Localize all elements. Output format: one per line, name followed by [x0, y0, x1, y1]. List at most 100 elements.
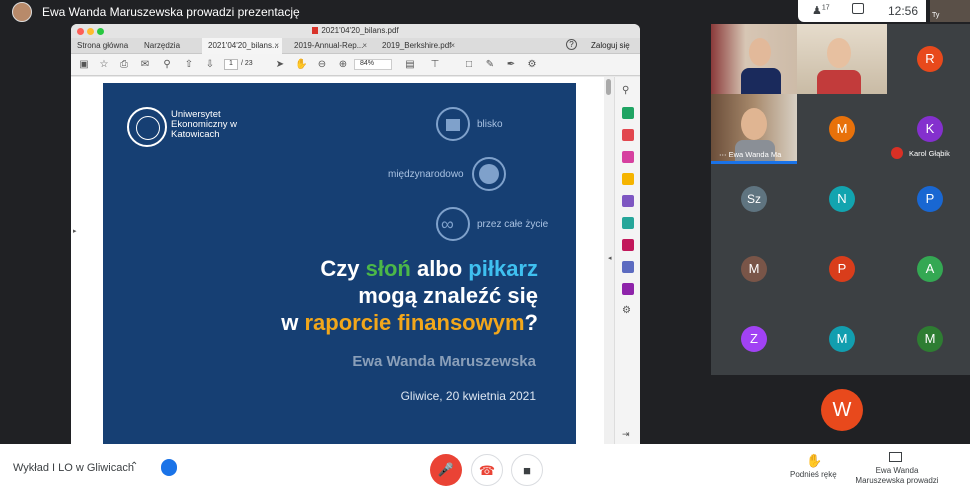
- meeting-name[interactable]: Wykład I LO w Gliwicach: [13, 462, 134, 474]
- zoom-in-icon[interactable]: ⊕: [337, 59, 349, 71]
- zoom-tool-icon[interactable]: ⚲: [622, 85, 634, 97]
- self-view[interactable]: Ty: [930, 0, 970, 22]
- avatar: M: [829, 326, 855, 352]
- comment-icon[interactable]: □: [463, 59, 475, 71]
- presenting-banner: Ewa Wanda Maruszewska prowadzi prezentac…: [42, 5, 300, 19]
- select-cursor-icon[interactable]: ➤: [274, 59, 286, 71]
- right-panel-toggle-icon[interactable]: ◂: [608, 254, 612, 262]
- bookmark-star-icon[interactable]: ☆: [98, 59, 110, 71]
- edit-pdf-icon[interactable]: [622, 129, 634, 141]
- print-icon[interactable]: ⎙: [118, 59, 130, 71]
- nav-tools[interactable]: Narzędzia: [144, 38, 188, 54]
- tab-label: 2019_Berkshire.pdf: [382, 41, 452, 50]
- close-tab-icon[interactable]: ×: [362, 41, 367, 50]
- zoom-out-icon[interactable]: ⊖: [316, 59, 328, 71]
- email-icon[interactable]: ✉: [139, 59, 151, 71]
- participant-video-presenter[interactable]: ⋯ Ewa Wanda Ma: [711, 94, 797, 164]
- university-seal-icon: [127, 107, 167, 147]
- fill-sign-icon[interactable]: [622, 239, 634, 251]
- pen-icon[interactable]: ✎: [484, 59, 496, 71]
- present-screen-icon[interactable]: [889, 452, 902, 462]
- zoom-select[interactable]: 84%: [354, 59, 392, 70]
- people-icon: ♟: [812, 5, 822, 17]
- raise-hand-button[interactable]: Podnieś rękę: [790, 470, 837, 479]
- participant-tile-m[interactable]: M: [797, 94, 887, 164]
- nav-home[interactable]: Strona główna: [77, 38, 137, 54]
- mic-off-icon: 🎤: [437, 462, 455, 477]
- participant-name: Karol Głąbik: [909, 149, 950, 158]
- sign-icon[interactable]: ✒: [505, 59, 517, 71]
- slide-page: Uniwersytet Ekonomiczny w Katowicach bli…: [103, 83, 576, 444]
- hand-tool-icon[interactable]: ✋: [295, 59, 307, 71]
- previous-page-icon[interactable]: ⇧: [183, 59, 195, 71]
- chevron-up-icon[interactable]: ⌃: [130, 461, 138, 472]
- active-speaker-avatar[interactable]: W: [821, 389, 863, 431]
- self-label: Ty: [932, 12, 940, 19]
- label-lifelong: przez całe życie: [477, 219, 549, 230]
- help-icon[interactable]: ?: [566, 39, 577, 50]
- participant-tile-m2[interactable]: M: [711, 234, 797, 304]
- participant-video-1[interactable]: [711, 24, 797, 94]
- chat-icon[interactable]: [852, 3, 864, 14]
- protect-icon[interactable]: [622, 261, 634, 273]
- participant-tile-sz[interactable]: Sz: [711, 164, 797, 234]
- participant-tile-k[interactable]: K Karol Głąbik: [887, 94, 970, 164]
- pdf-viewer-window: 2021'04'20_bilans.pdf Strona główna Narz…: [71, 24, 640, 444]
- participant-tile-a[interactable]: A: [887, 234, 970, 304]
- save-icon[interactable]: ▣: [78, 59, 90, 71]
- collapse-panel-icon[interactable]: ⇥: [622, 429, 634, 441]
- close-tab-icon[interactable]: ×: [274, 41, 279, 50]
- infinity-icon: ∞: [436, 207, 470, 241]
- tab-document-1[interactable]: 2021'04'20_bilans... ×: [202, 38, 282, 54]
- avatar: P: [917, 186, 943, 212]
- mic-off-button[interactable]: 🎤: [430, 454, 462, 486]
- document-area[interactable]: ▸ Uniwersytet Ekonomiczny w Katowicach b…: [71, 77, 604, 444]
- left-panel-toggle-icon[interactable]: ▸: [73, 227, 77, 235]
- participant-tile-m4[interactable]: M: [887, 304, 970, 374]
- tab-label: 2021'04'20_bilans...: [208, 41, 279, 50]
- document-title: 2021'04'20_bilans.pdf: [321, 26, 399, 35]
- people-button[interactable]: ♟17: [812, 4, 830, 17]
- tab-document-3[interactable]: 2019_Berkshire.pdf ×: [374, 38, 458, 54]
- presenter-name-label: ⋯ Ewa Wanda Ma: [719, 150, 782, 159]
- presenting-status-button[interactable]: Ewa Wanda Maruszewska prowadzi prezentac…: [852, 466, 942, 487]
- close-tab-icon[interactable]: ×: [450, 41, 455, 50]
- participant-tile-z[interactable]: Z: [711, 304, 797, 374]
- raise-hand-icon[interactable]: ✋: [806, 453, 822, 469]
- compress-icon[interactable]: [622, 217, 634, 229]
- avatar: M: [741, 256, 767, 282]
- stamp-icon[interactable]: ⚙: [526, 59, 538, 71]
- send-for-signature-icon[interactable]: [622, 283, 634, 295]
- label-international: międzynarodowo: [388, 169, 464, 180]
- phone-hangup-icon: ☎: [478, 463, 496, 478]
- participant-tile-p[interactable]: P: [887, 164, 970, 234]
- security-shield-icon[interactable]: [161, 459, 177, 476]
- participant-tile-m3[interactable]: M: [797, 304, 887, 374]
- login-link[interactable]: Zaloguj się: [591, 41, 630, 50]
- participant-tile-p2[interactable]: P: [797, 234, 887, 304]
- avatar: K: [917, 116, 943, 142]
- page-layout-icon[interactable]: ▤: [404, 59, 416, 71]
- hang-up-button[interactable]: ☎: [471, 454, 503, 486]
- search-icon[interactable]: ⚲: [161, 59, 173, 71]
- organize-pages-icon[interactable]: [622, 195, 634, 207]
- scroll-mode-icon[interactable]: ⊤: [429, 59, 441, 71]
- comment-tool-icon[interactable]: [622, 173, 634, 185]
- avatar: A: [917, 256, 943, 282]
- university-name: Uniwersytet Ekonomiczny w Katowicach: [171, 109, 237, 140]
- tab-document-2[interactable]: 2019-Annual-Rep... ×: [286, 38, 370, 54]
- page-number-input[interactable]: 1: [224, 59, 238, 70]
- window-titlebar: 2021'04'20_bilans.pdf: [71, 24, 640, 38]
- next-page-icon[interactable]: ⇩: [204, 59, 216, 71]
- clock: 12:56: [888, 4, 919, 18]
- camera-button[interactable]: ■: [511, 454, 543, 486]
- export-pdf-icon[interactable]: [622, 107, 634, 119]
- label-close: blisko: [477, 119, 503, 130]
- participant-tile-n[interactable]: N: [797, 164, 887, 234]
- scrollbar-thumb[interactable]: [606, 79, 611, 95]
- participant-video-2[interactable]: [797, 24, 887, 94]
- create-pdf-icon[interactable]: [622, 151, 634, 163]
- participant-tile-r[interactable]: R: [887, 24, 970, 94]
- more-tools-icon[interactable]: ⚙: [622, 305, 634, 317]
- more-options-icon[interactable]: ⋯: [719, 150, 727, 159]
